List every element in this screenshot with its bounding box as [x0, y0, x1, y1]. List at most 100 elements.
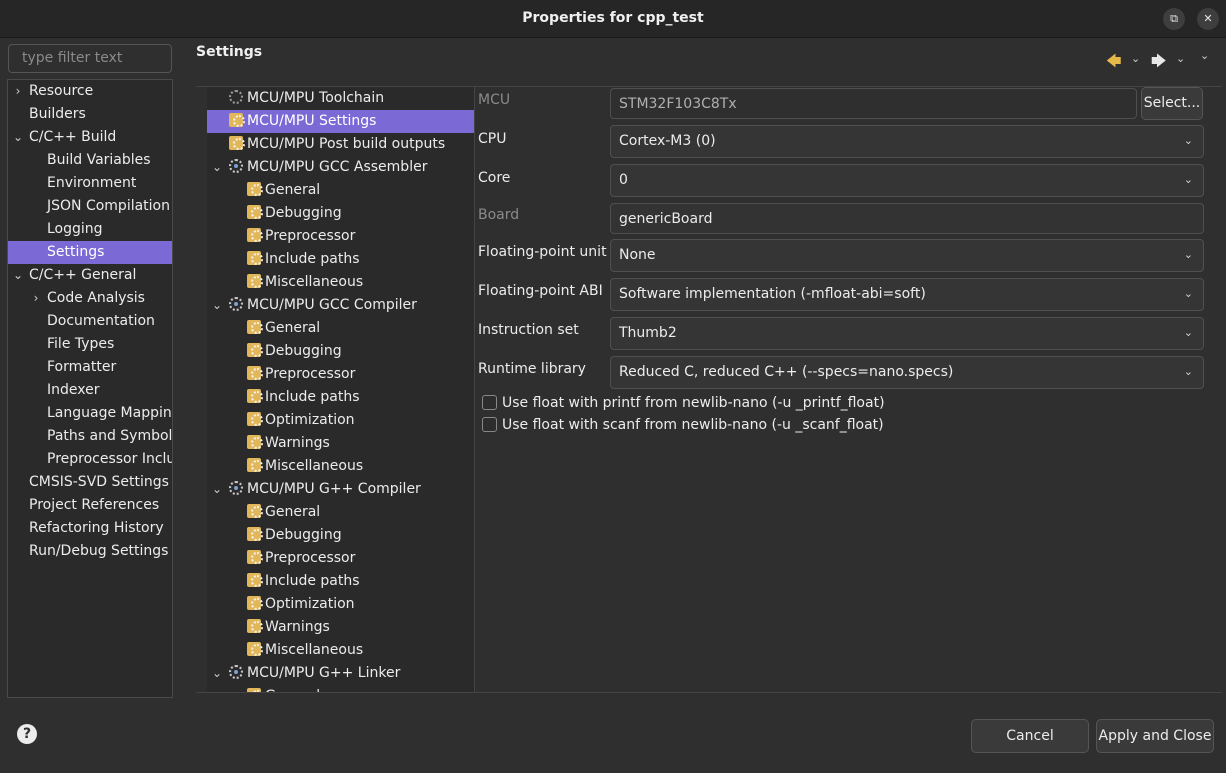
instruction-set-select[interactable]: Thumb2 ⌄ — [610, 317, 1204, 350]
sidebar-item[interactable]: Environment — [8, 172, 172, 195]
tool-tree-item[interactable]: Miscellaneous — [207, 271, 474, 294]
sidebar-item[interactable]: Run/Debug Settings — [8, 540, 172, 563]
chevron-down-icon[interactable]: ⌄ — [211, 478, 223, 501]
sidebar-item[interactable]: File Types — [8, 333, 172, 356]
tool-tree-item[interactable]: Preprocessor — [207, 225, 474, 248]
page-title: Settings — [196, 44, 263, 60]
tool-tree-item-label: General — [265, 320, 321, 336]
tool-tree-item-label: Preprocessor — [265, 228, 356, 244]
folder-gear-icon — [247, 573, 263, 587]
sidebar-item[interactable]: Settings — [8, 241, 172, 264]
back-arrow-icon[interactable]: 🡄 — [1106, 51, 1122, 76]
sidebar-item[interactable]: › Resource — [8, 80, 172, 103]
forward-history-dropdown-icon[interactable]: ⌄ — [1176, 52, 1185, 65]
chevron-down-icon: ⌄ — [1183, 134, 1193, 147]
printf-float-checkbox[interactable] — [482, 395, 497, 410]
tool-tree-item[interactable]: ⌄ MCU/MPU G++ Linker — [207, 662, 474, 685]
filter-input[interactable] — [22, 50, 158, 66]
sidebar-item[interactable]: Build Variables — [8, 149, 172, 172]
tool-tree-item[interactable]: MCU/MPU Post build outputs — [207, 133, 474, 156]
chevron-right-icon[interactable]: › — [30, 287, 42, 310]
core-select[interactable]: 0 ⌄ — [610, 164, 1204, 197]
filter-box — [8, 44, 172, 73]
tool-tree-item[interactable]: ⌄ MCU/MPU GCC Compiler — [207, 294, 474, 317]
sidebar-item[interactable]: Project References — [8, 494, 172, 517]
sidebar-item[interactable]: Logging — [8, 218, 172, 241]
tool-tree-item-label: Include paths — [265, 573, 360, 589]
tool-tree-item[interactable]: Preprocessor — [207, 547, 474, 570]
tool-tree-item[interactable]: General — [207, 685, 474, 692]
apply-and-close-button[interactable]: Apply and Close — [1096, 719, 1214, 753]
chevron-down-icon[interactable]: ⌄ — [211, 294, 223, 317]
folder-gear-icon — [247, 550, 263, 564]
cpu-select[interactable]: Cortex-M3 (0) ⌄ — [610, 125, 1204, 158]
gear-icon — [229, 297, 243, 311]
tool-tree-item[interactable]: General — [207, 501, 474, 524]
scanf-float-option[interactable]: Use float with scanf from newlib-nano (-… — [482, 417, 884, 435]
sidebar-item[interactable]: › Code Analysis — [8, 287, 172, 310]
chevron-down-icon[interactable]: ⌄ — [12, 126, 24, 149]
instruction-set-label: Instruction set — [478, 322, 579, 338]
tool-tree-item[interactable]: Optimization — [207, 409, 474, 432]
tool-tree-item-label: Optimization — [265, 596, 355, 612]
tool-tree-item[interactable]: General — [207, 179, 474, 202]
folder-gear-icon — [247, 527, 263, 541]
tool-tree-item[interactable]: Include paths — [207, 570, 474, 593]
cpu-value: Cortex-M3 (0) — [619, 133, 716, 149]
tool-tree-item[interactable]: Include paths — [207, 248, 474, 271]
tool-tree-item-label: MCU/MPU Post build outputs — [247, 136, 446, 152]
fpu-select[interactable]: None ⌄ — [610, 239, 1204, 272]
fpu-value: None — [619, 247, 656, 263]
sidebar-item[interactable]: JSON Compilation — [8, 195, 172, 218]
tool-tree-item[interactable]: Debugging — [207, 524, 474, 547]
tool-tree-item[interactable]: Include paths — [207, 386, 474, 409]
sidebar-item[interactable]: Preprocessor Inclu — [8, 448, 172, 471]
tool-tree-item[interactable]: Warnings — [207, 432, 474, 455]
tool-tree-item[interactable]: Preprocessor — [207, 363, 474, 386]
sidebar-item[interactable]: Paths and Symbols — [8, 425, 172, 448]
chevron-down-icon: ⌄ — [1183, 365, 1193, 378]
tool-tree-item[interactable]: ⌄ MCU/MPU GCC Assembler — [207, 156, 474, 179]
tool-tree-item[interactable]: ⌄ MCU/MPU G++ Compiler — [207, 478, 474, 501]
chevron-right-icon[interactable]: › — [12, 80, 24, 103]
sidebar-item[interactable]: Refactoring History — [8, 517, 172, 540]
sidebar-item[interactable]: CMSIS-SVD Settings — [8, 471, 172, 494]
tool-tree-item[interactable]: Miscellaneous — [207, 455, 474, 478]
sidebar-item[interactable]: Builders — [8, 103, 172, 126]
tool-tree-item-label: Warnings — [265, 435, 330, 451]
tool-tree-item[interactable]: MCU/MPU Settings — [207, 110, 474, 133]
forward-arrow-icon[interactable]: 🡆 — [1151, 51, 1167, 76]
tool-tree-item[interactable]: Debugging — [207, 202, 474, 225]
chevron-down-icon[interactable]: ⌄ — [12, 264, 24, 287]
chevron-down-icon[interactable]: ⌄ — [211, 662, 223, 685]
tool-tree-item[interactable]: Miscellaneous — [207, 639, 474, 662]
printf-float-option[interactable]: Use float with printf from newlib-nano (… — [482, 395, 885, 413]
tool-tree-item[interactable]: Warnings — [207, 616, 474, 639]
sidebar-item[interactable]: ⌄ C/C++ General — [8, 264, 172, 287]
runtime-library-select[interactable]: Reduced C, reduced C++ (--specs=nano.spe… — [610, 356, 1204, 389]
chevron-down-icon[interactable]: ⌄ — [211, 156, 223, 179]
runtime-library-value: Reduced C, reduced C++ (--specs=nano.spe… — [619, 364, 954, 380]
back-history-dropdown-icon[interactable]: ⌄ — [1131, 52, 1140, 65]
tool-tree-item[interactable]: Optimization — [207, 593, 474, 616]
tool-tree-item[interactable]: Debugging — [207, 340, 474, 363]
gear-icon — [229, 159, 243, 173]
sidebar-item[interactable]: Language Mapping — [8, 402, 172, 425]
tool-tree-item[interactable]: MCU/MPU Toolchain — [207, 87, 474, 110]
sidebar-item-label: File Types — [47, 336, 115, 352]
restore-window-icon[interactable]: ⧉ — [1163, 8, 1185, 30]
sidebar-item[interactable]: ⌄ C/C++ Build — [8, 126, 172, 149]
cancel-button[interactable]: Cancel — [971, 719, 1089, 753]
sidebar-item[interactable]: Formatter — [8, 356, 172, 379]
tool-tree-item[interactable]: General — [207, 317, 474, 340]
board-field[interactable]: genericBoard — [610, 203, 1204, 234]
sidebar-item[interactable]: Documentation — [8, 310, 172, 333]
view-menu-dropdown-icon[interactable]: ⌄ — [1200, 49, 1209, 62]
folder-gear-icon — [247, 596, 263, 610]
fpabi-select[interactable]: Software implementation (-mfloat-abi=sof… — [610, 278, 1204, 311]
scanf-float-checkbox[interactable] — [482, 417, 497, 432]
sidebar-item[interactable]: Indexer — [8, 379, 172, 402]
close-window-icon[interactable]: ✕ — [1197, 8, 1219, 30]
help-icon[interactable]: ? — [17, 724, 37, 744]
select-mcu-button[interactable]: Select... — [1141, 87, 1203, 120]
